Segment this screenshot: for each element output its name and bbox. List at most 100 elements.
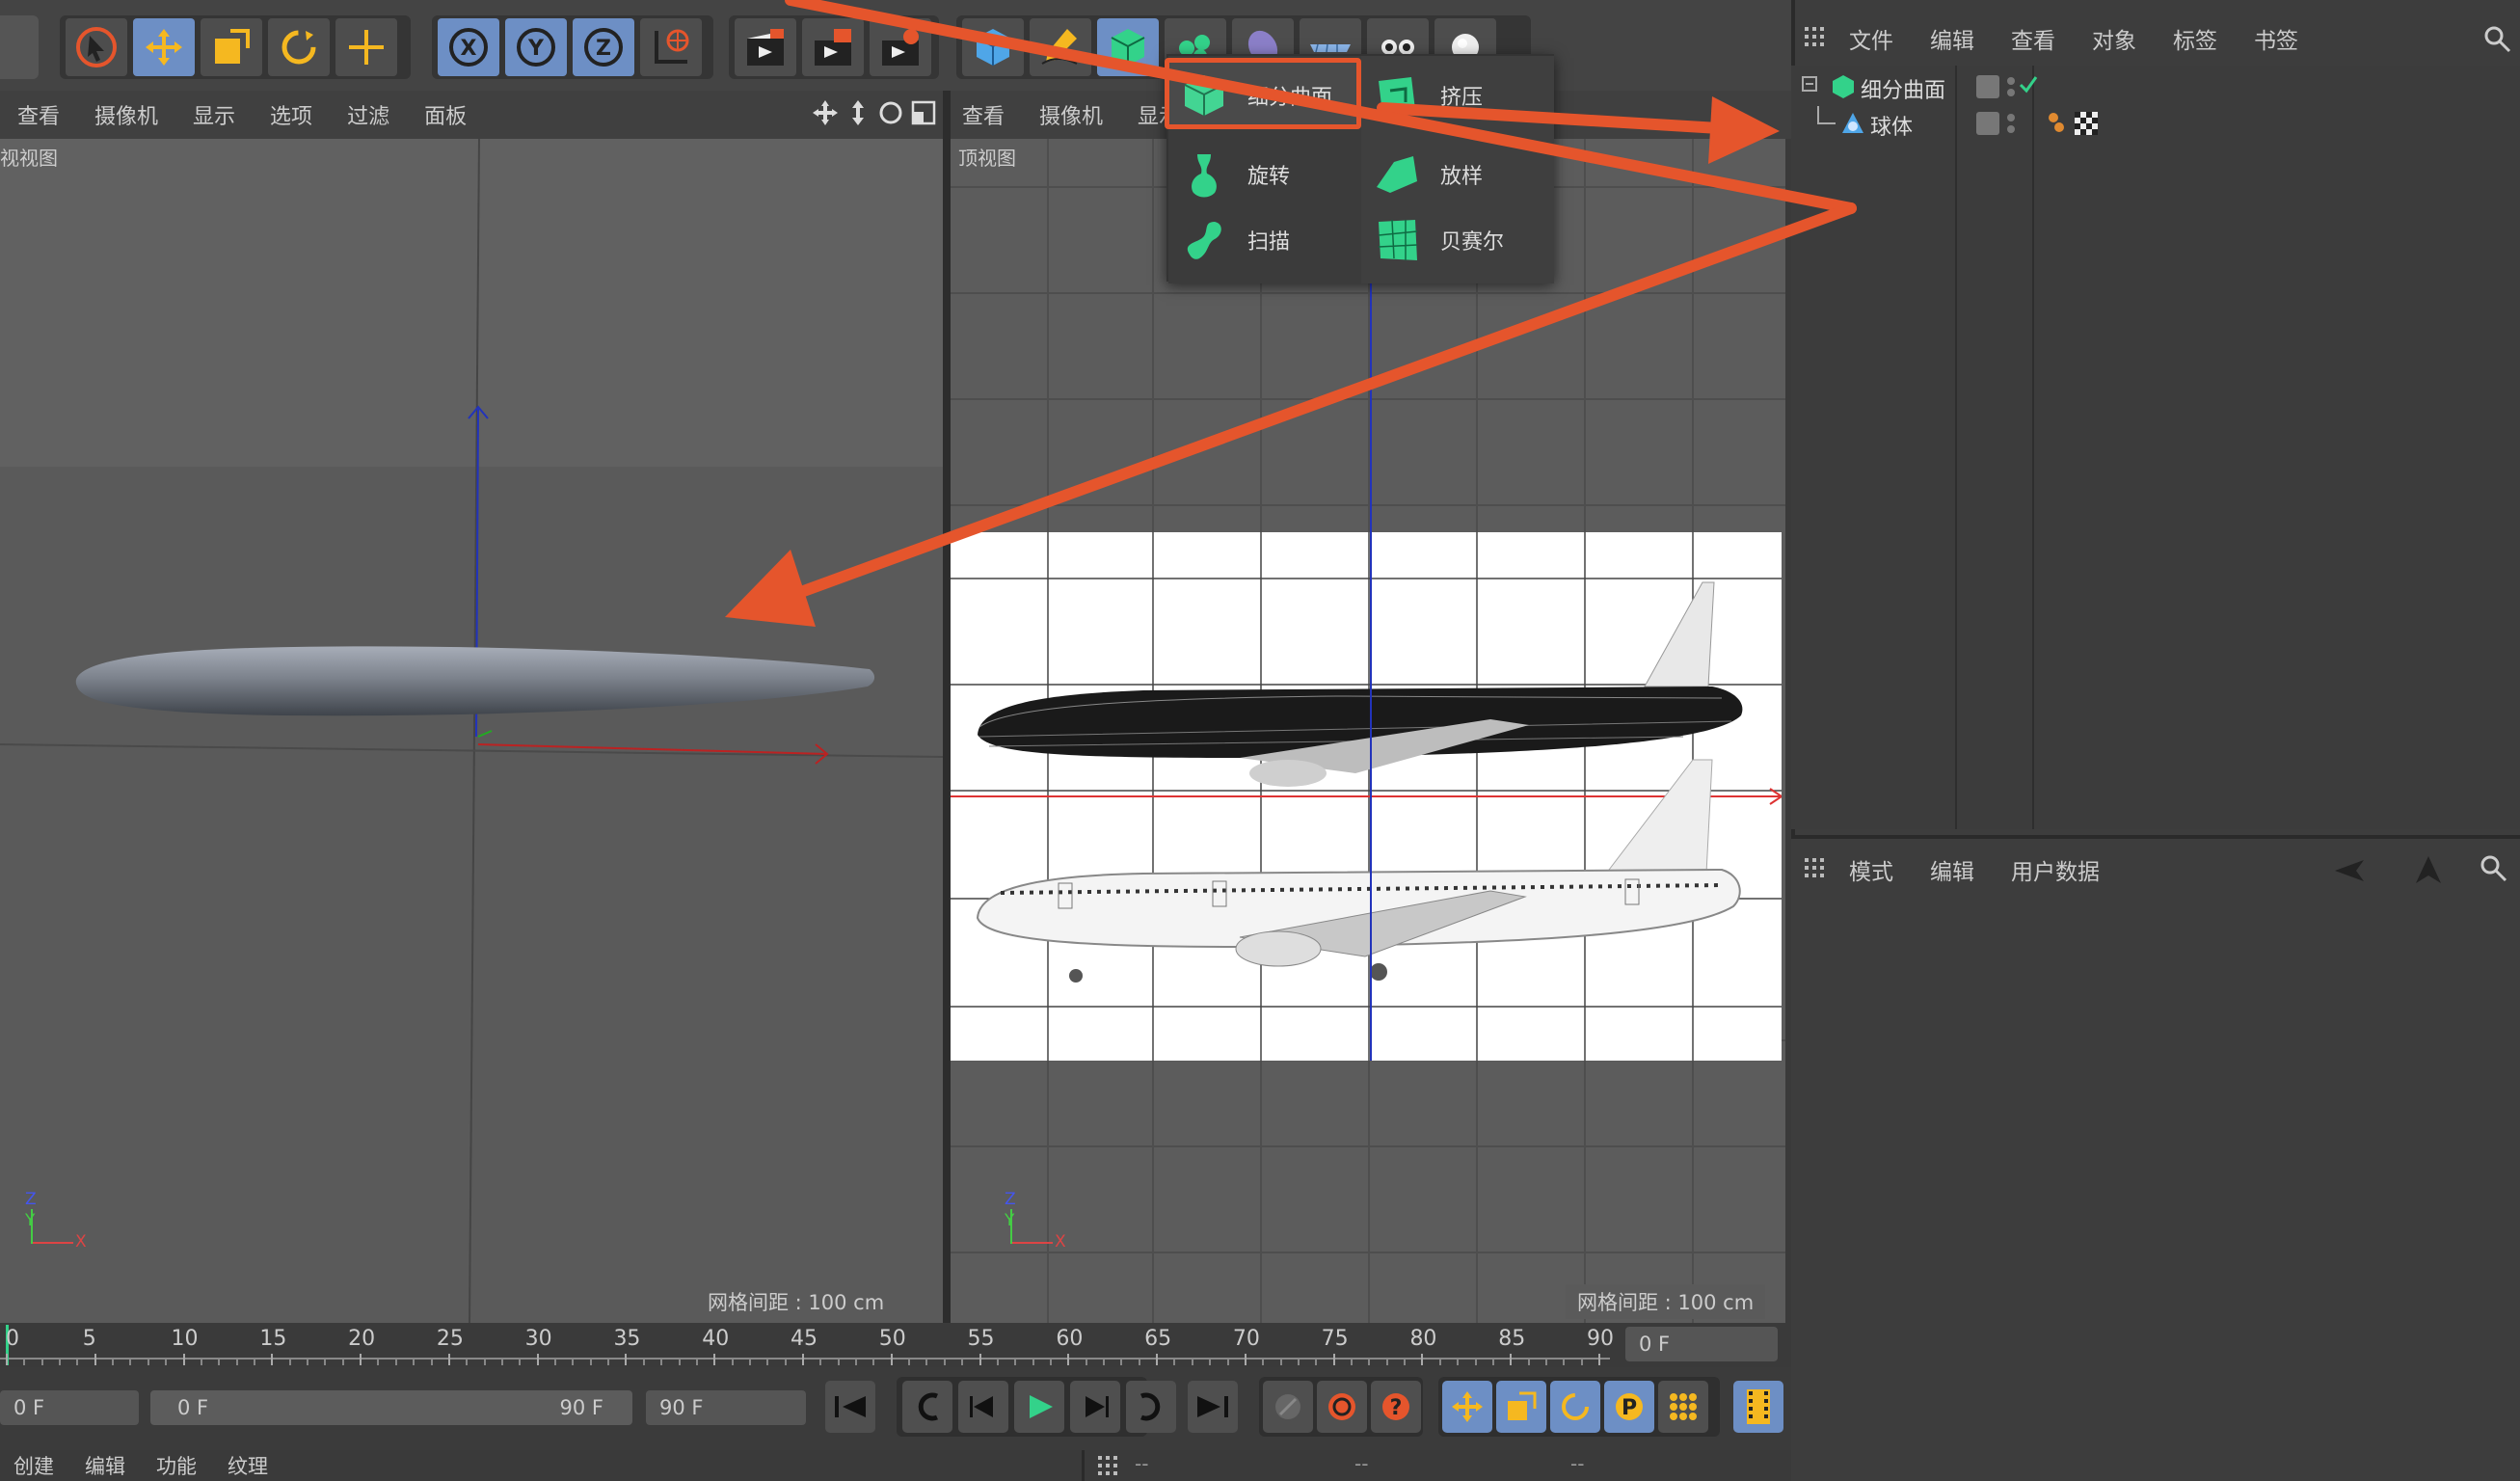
grip-icon[interactable] [1098,1456,1119,1477]
live-selection-button[interactable] [335,18,397,76]
bm-menu-texture[interactable]: 纹理 [228,1451,268,1480]
om-menu-edit[interactable]: 编辑 [1930,22,1974,55]
timeline-minor-tick [731,1360,734,1365]
rotation-key-button[interactable] [1550,1381,1600,1433]
popup-item-extrude[interactable]: 挤压 [1371,69,1483,121]
frame-range-slider[interactable]: 0 F 90 F [150,1390,632,1425]
timeline-minor-tick [377,1360,380,1365]
bm-menu-create[interactable]: 创建 [13,1451,54,1480]
tree-branch-icon [1817,106,1836,124]
material-tag-icon[interactable] [2073,110,2100,137]
right-viewport[interactable]: 顶视图 Z Y X 网格间距 : 100 cm [951,139,1785,1323]
pan-icon[interactable] [812,98,839,127]
object-row-subdivision[interactable]: 细分曲面 [1801,69,2514,104]
maximize-icon[interactable] [910,98,937,127]
scale-key-button[interactable] [1496,1381,1546,1433]
timeline-minor-tick [678,1360,681,1365]
position-key-button[interactable] [1442,1381,1492,1433]
render-dot-icon[interactable] [2007,125,2015,133]
play-button[interactable] [1014,1381,1064,1433]
y-axis-button[interactable]: Y [505,18,567,76]
left-menu-filter[interactable]: 过滤 [347,99,389,130]
cube-button[interactable] [962,18,1024,76]
om-menu-view[interactable]: 查看 [2011,22,2055,55]
start-frame-field[interactable]: 0 F [0,1390,139,1425]
rotate-tool-button[interactable] [268,18,330,76]
right-menu-camera[interactable]: 摄像机 [1039,99,1103,130]
fuselage-model[interactable] [58,629,887,735]
next-key-button[interactable] [1126,1381,1176,1433]
select-tool-button[interactable] [66,18,127,76]
keyframe-selection-button[interactable]: ? [1371,1381,1421,1433]
parameter-key-button[interactable]: P [1604,1381,1654,1433]
render-picture-button[interactable] [802,18,864,76]
right-menu-view[interactable]: 查看 [962,99,1005,130]
left-menu-panel[interactable]: 面板 [424,99,467,130]
enabled-check-icon[interactable] [2017,73,2040,96]
next-key-icon [1140,1392,1161,1421]
grip-icon[interactable] [1805,858,1826,879]
am-menu-mode[interactable]: 模式 [1849,853,1893,886]
prev-frame-button[interactable] [958,1381,1008,1433]
move-tool-button[interactable] [133,18,195,76]
phong-tag-icon[interactable] [2046,110,2071,137]
zoom-icon[interactable] [844,98,871,127]
search-icon[interactable] [2480,854,2508,883]
back-arrow-icon[interactable] [2331,856,2379,885]
orbit-icon[interactable] [877,98,904,127]
render-view-button[interactable] [735,18,796,76]
left-menu-camera[interactable]: 摄像机 [94,99,158,130]
om-menu-bookmark[interactable]: 书签 [2254,22,2298,55]
timeline-minor-tick [1032,1360,1034,1365]
keyframe-button[interactable] [1263,1381,1313,1433]
prev-key-button[interactable] [902,1381,952,1433]
popup-item-sweep[interactable]: 扫描 [1178,214,1290,266]
z-axis-button[interactable]: Z [573,18,634,76]
pen-button[interactable] [1030,18,1091,76]
coordinate-system-button[interactable] [640,18,702,76]
x-axis-button[interactable]: X [438,18,499,76]
popup-item-bezier[interactable]: 贝赛尔 [1371,214,1504,266]
toolbar-edge-button[interactable] [0,15,39,79]
timeline-major-tick [6,1354,8,1365]
bm-menu-edit[interactable]: 编辑 [85,1451,125,1480]
timeline-window-button[interactable] [1733,1381,1783,1433]
left-menu-display[interactable]: 显示 [193,99,235,130]
om-menu-object[interactable]: 对象 [2092,22,2136,55]
current-frame-field[interactable]: 0 F [1625,1327,1778,1361]
grip-icon[interactable] [1805,27,1826,52]
timeline-ruler[interactable]: 0 5 10 15 20 25 30 35 40 45 50 55 60 65 70 75 80 85 90 0 F [0,1323,1791,1367]
om-menu-tag[interactable]: 标签 [2173,22,2217,55]
goto-end-button[interactable] [1188,1381,1238,1433]
popup-item-lathe[interactable]: 旋转 [1178,148,1290,201]
visibility-dot-icon[interactable] [2007,77,2015,85]
autokey-button[interactable] [1317,1381,1367,1433]
render-dot-icon[interactable] [2007,89,2015,96]
collapse-icon[interactable] [1801,75,1826,100]
object-name-subdivision[interactable]: 细分曲面 [1861,73,1945,104]
object-name-sphere[interactable]: 球体 [1870,110,1913,141]
layer-icon[interactable] [1976,75,1999,98]
move-icon [146,29,182,66]
left-viewport[interactable]: 视视图 Z Y X 网格间距 : 100 cm [0,139,943,1323]
layer-icon[interactable] [1976,112,1999,135]
popup-item-loft[interactable]: 放样 [1371,148,1483,201]
subdivision-button[interactable] [1097,18,1159,76]
om-menu-file[interactable]: 文件 [1849,22,1893,55]
left-menu-options[interactable]: 选项 [270,99,312,130]
pla-key-button[interactable] [1658,1381,1708,1433]
visibility-dot-icon[interactable] [2007,114,2015,121]
next-frame-button[interactable] [1070,1381,1120,1433]
left-menu-view[interactable]: 查看 [17,99,60,130]
object-row-sphere[interactable]: 球体 [1801,106,2514,141]
up-arrow-icon[interactable] [2414,854,2443,885]
bm-menu-function[interactable]: 功能 [156,1451,197,1480]
viewport-divider[interactable] [943,91,951,1323]
goto-start-button[interactable] [825,1381,875,1433]
am-menu-edit[interactable]: 编辑 [1930,853,1974,886]
search-icon[interactable] [2483,25,2512,54]
render-settings-button[interactable] [870,18,931,76]
end-frame-field[interactable]: 90 F [646,1390,806,1425]
scale-tool-button[interactable] [201,18,262,76]
am-menu-userdata[interactable]: 用户数据 [2011,853,2100,886]
